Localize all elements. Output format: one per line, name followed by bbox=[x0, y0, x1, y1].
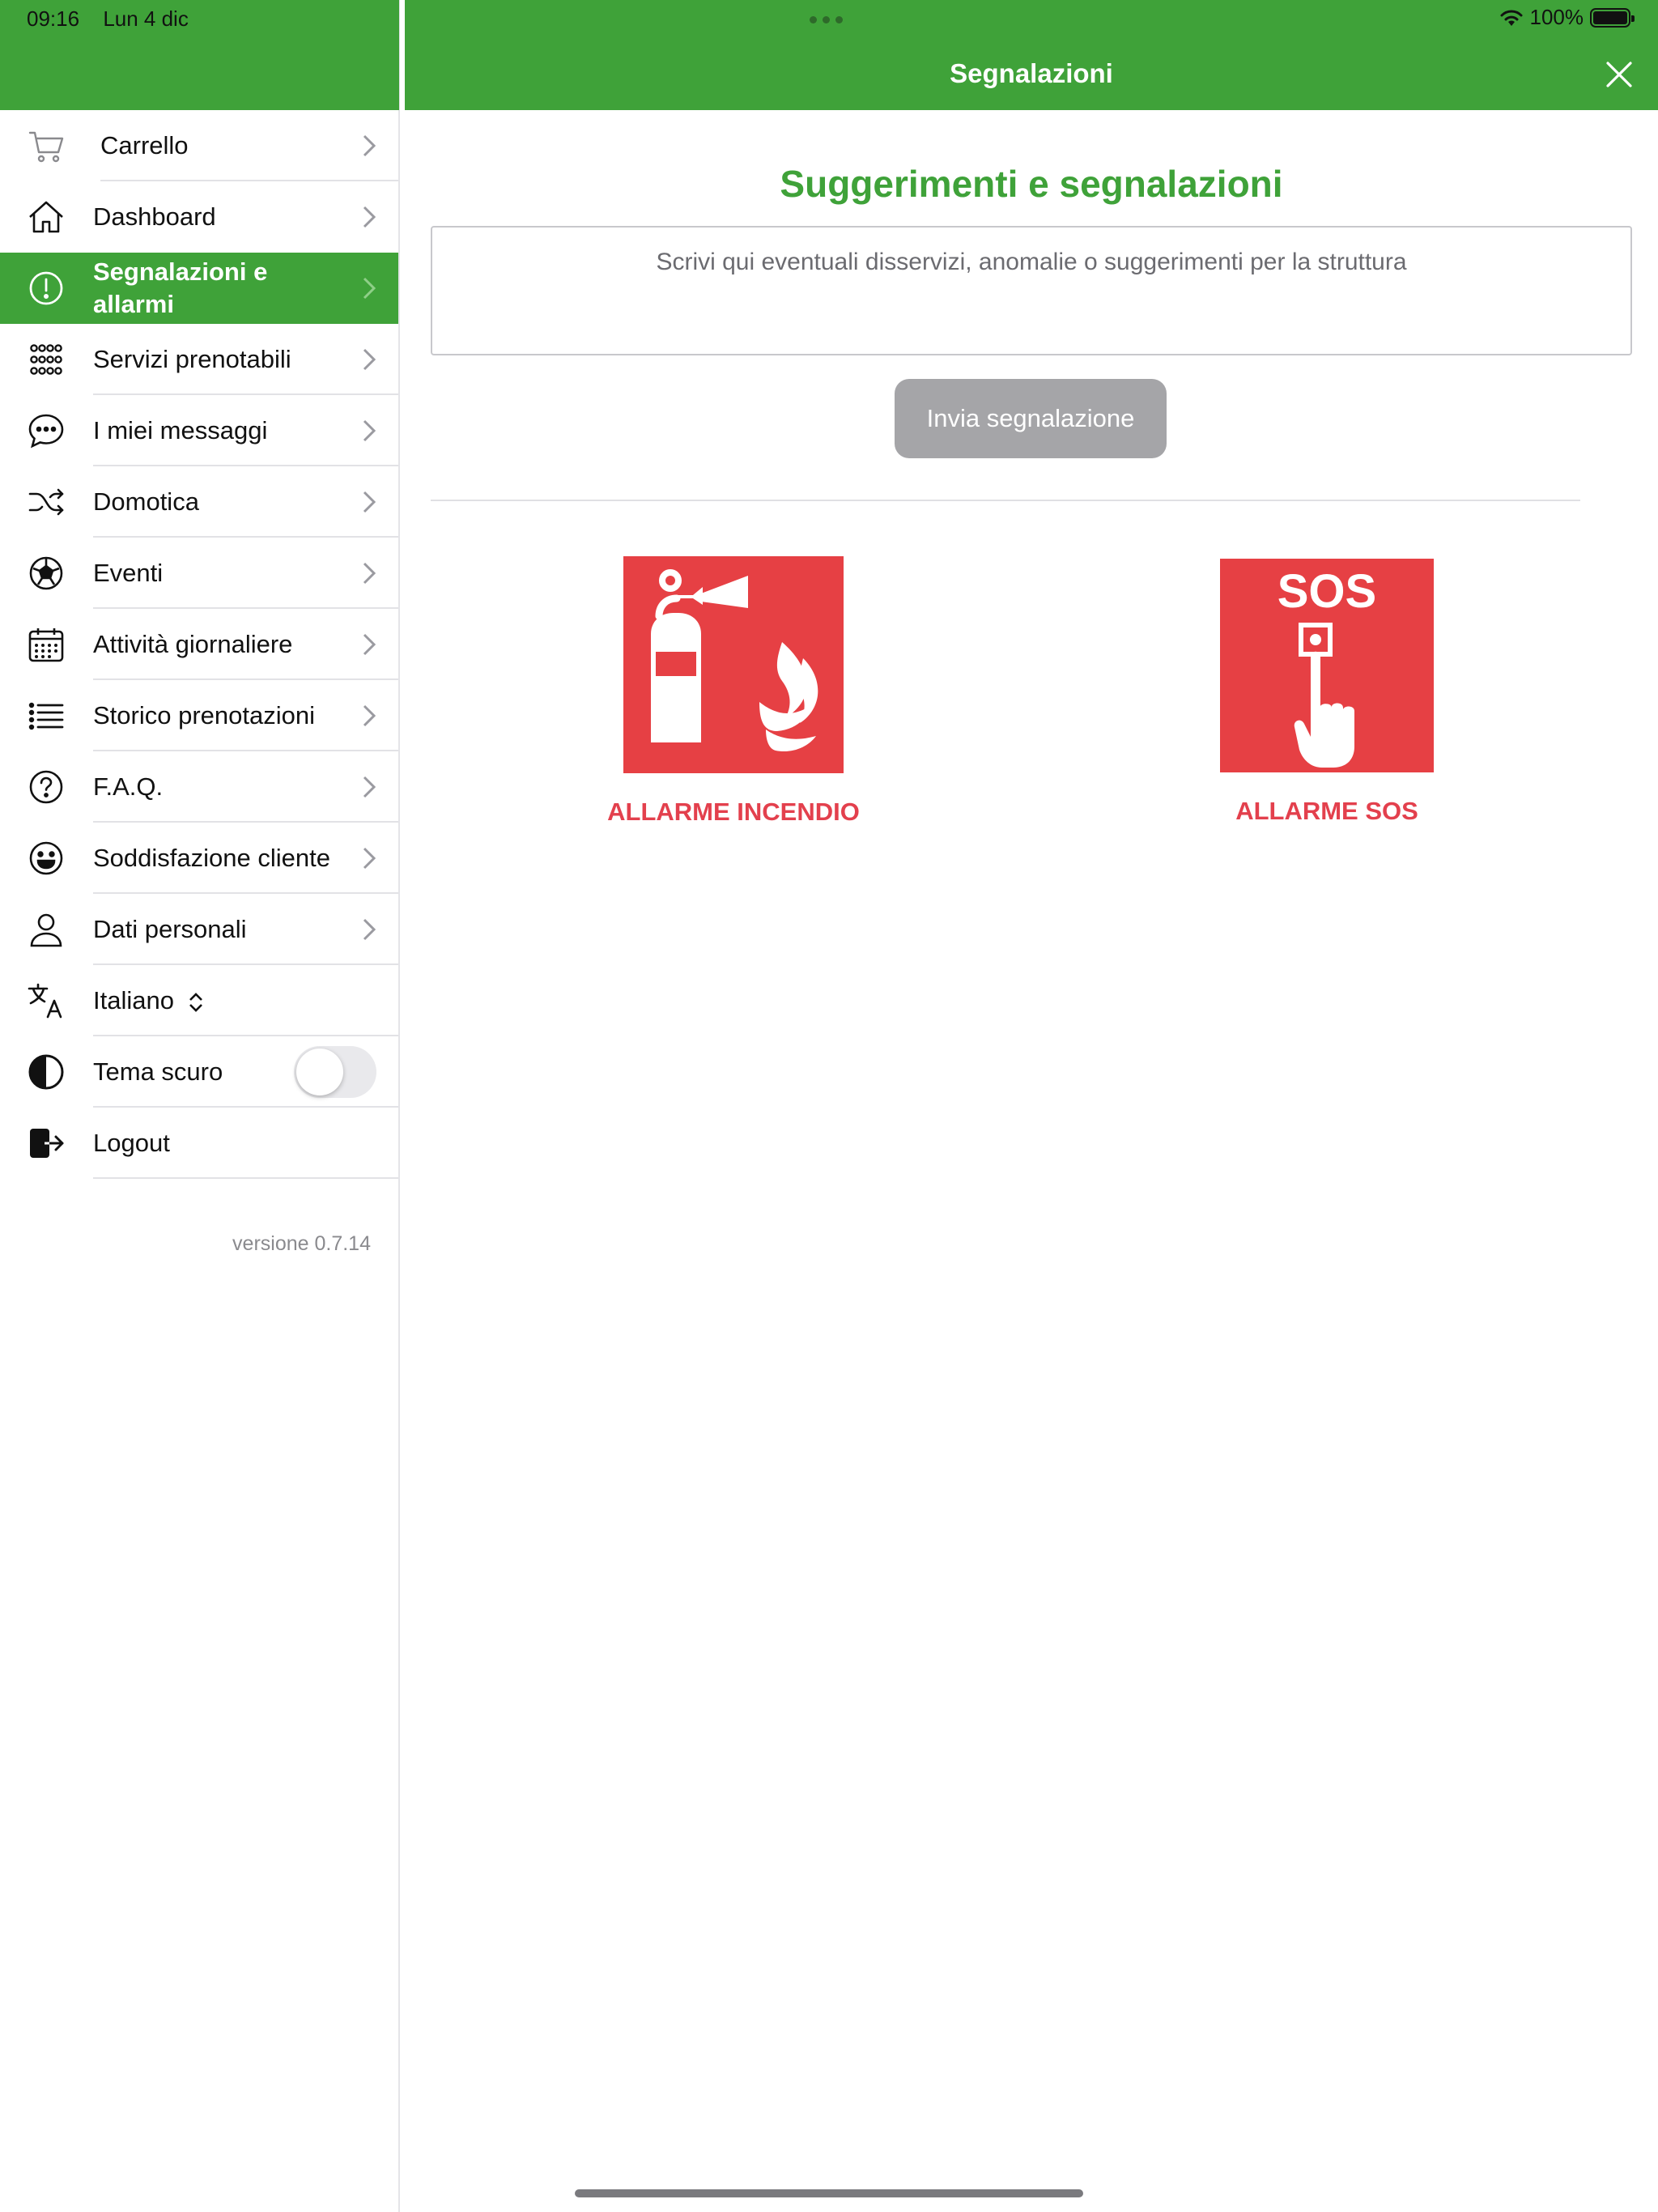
sidebar-item-segnalazioni[interactable]: Segnalazioni e allarmi bbox=[0, 253, 398, 324]
sidebar-item-label: Soddisfazione cliente bbox=[93, 844, 330, 872]
sidebar-item-label: Carrello bbox=[100, 131, 189, 160]
logout-icon bbox=[26, 1123, 66, 1163]
chevron-right-icon bbox=[363, 491, 376, 513]
fire-alarm-button[interactable]: ALLARME INCENDIO bbox=[592, 556, 875, 827]
contrast-icon bbox=[26, 1052, 66, 1092]
main-panel: Segnalazioni Suggerimenti e segnalazioni… bbox=[405, 0, 1658, 2212]
chevron-right-icon bbox=[363, 704, 376, 727]
toggle-knob bbox=[296, 1049, 343, 1095]
battery-percentage: 100% bbox=[1529, 5, 1584, 29]
sidebar-item-label: Attività giornaliere bbox=[93, 630, 293, 658]
chevron-right-icon bbox=[363, 562, 376, 585]
wifi-icon bbox=[1500, 10, 1522, 26]
sidebar-item-domotica[interactable]: Domotica bbox=[0, 466, 398, 538]
sidebar-item-label: Logout bbox=[93, 1129, 170, 1157]
chat-bubble-icon bbox=[26, 410, 66, 451]
battery-icon bbox=[1590, 7, 1635, 28]
home-icon bbox=[26, 197, 66, 237]
cart-icon bbox=[26, 125, 66, 166]
smiley-icon bbox=[26, 838, 66, 878]
chevron-right-icon bbox=[363, 206, 376, 228]
sos-alarm-label: ALLARME SOS bbox=[1235, 797, 1418, 825]
status-date: Lun 4 dic bbox=[103, 6, 189, 31]
status-bar-left: 09:16 Lun 4 dic bbox=[27, 6, 206, 32]
sidebar-item-label: Segnalazioni e allarmi bbox=[93, 257, 268, 318]
calendar-icon bbox=[26, 624, 66, 665]
sidebar-item-servizi[interactable]: Servizi prenotabili bbox=[0, 324, 398, 395]
divider bbox=[431, 500, 1580, 501]
chevron-right-icon bbox=[363, 918, 376, 941]
shuffle-icon bbox=[26, 482, 66, 522]
sidebar-item-label: Dashboard bbox=[93, 202, 216, 231]
sidebar-item-label: Servizi prenotabili bbox=[93, 345, 291, 373]
person-icon bbox=[26, 909, 66, 950]
sidebar-item-attivita[interactable]: Attività giornaliere bbox=[0, 609, 398, 680]
send-report-button[interactable]: Invia segnalazione bbox=[895, 379, 1167, 458]
sos-push-button-icon: SOS bbox=[1220, 559, 1434, 772]
sidebar: Carrello Dashboard Segnalazioni e allarm… bbox=[0, 0, 400, 2212]
sidebar-item-label: Eventi bbox=[93, 559, 164, 587]
chevron-right-icon bbox=[363, 277, 376, 300]
sidebar-item-storico[interactable]: Storico prenotazioni bbox=[0, 680, 398, 751]
list-icon bbox=[26, 696, 66, 736]
main-header: Segnalazioni bbox=[405, 0, 1658, 110]
status-time: 09:16 bbox=[27, 6, 80, 31]
report-textarea[interactable] bbox=[431, 226, 1632, 355]
translate-icon bbox=[26, 981, 66, 1021]
sidebar-item-messaggi[interactable]: I miei messaggi bbox=[0, 395, 398, 466]
sos-tile-text: SOS bbox=[1278, 565, 1377, 618]
chevron-right-icon bbox=[363, 633, 376, 656]
alert-circle-icon bbox=[26, 268, 66, 308]
chevron-right-icon bbox=[363, 419, 376, 442]
sidebar-item-eventi[interactable]: Eventi bbox=[0, 538, 398, 609]
sidebar-item-label: Dati personali bbox=[93, 915, 247, 943]
sidebar-item-label: Domotica bbox=[93, 487, 199, 516]
sidebar-item-label: I miei messaggi bbox=[93, 416, 268, 445]
sidebar-menu: Carrello Dashboard Segnalazioni e allarm… bbox=[0, 110, 398, 1179]
fire-extinguisher-icon bbox=[623, 556, 844, 773]
sidebar-item-soddisfazione[interactable]: Soddisfazione cliente bbox=[0, 823, 398, 894]
sidebar-item-logout[interactable]: Logout bbox=[0, 1108, 398, 1179]
section-title: Suggerimenti e segnalazioni bbox=[780, 163, 1283, 205]
question-circle-icon bbox=[26, 767, 66, 807]
sidebar-item-lingua[interactable]: Italiano bbox=[0, 965, 398, 1036]
sidebar-item-dashboard[interactable]: Dashboard bbox=[0, 181, 398, 253]
grid-dots-icon bbox=[26, 339, 66, 380]
fire-alarm-label: ALLARME INCENDIO bbox=[607, 798, 860, 826]
status-bar-right: 100% bbox=[1499, 5, 1635, 30]
sidebar-item-label: F.A.Q. bbox=[93, 772, 164, 801]
app-version: versione 0.7.14 bbox=[232, 1232, 371, 1255]
close-icon[interactable] bbox=[1603, 58, 1635, 91]
dark-theme-toggle[interactable] bbox=[294, 1046, 376, 1098]
sidebar-item-label: Storico prenotazioni bbox=[93, 701, 315, 730]
chevron-up-down-icon bbox=[189, 992, 202, 1012]
separator bbox=[93, 1177, 398, 1179]
sidebar-item-carrello[interactable]: Carrello bbox=[0, 110, 398, 181]
sidebar-item-tema-scuro: Tema scuro bbox=[0, 1036, 398, 1108]
home-indicator[interactable] bbox=[575, 2189, 1083, 2197]
chevron-right-icon bbox=[363, 847, 376, 870]
chevron-right-icon bbox=[363, 348, 376, 371]
page-title: Segnalazioni bbox=[950, 58, 1113, 88]
sidebar-item-label: Italiano bbox=[93, 986, 174, 1015]
soccer-ball-icon bbox=[26, 553, 66, 593]
sos-alarm-button[interactable]: SOS ALLARME SOS bbox=[1189, 559, 1465, 826]
sidebar-item-faq[interactable]: F.A.Q. bbox=[0, 751, 398, 823]
chevron-right-icon bbox=[363, 776, 376, 798]
language-selector[interactable]: Italiano bbox=[93, 985, 350, 1017]
sidebar-item-dati-personali[interactable]: Dati personali bbox=[0, 894, 398, 965]
chevron-right-icon bbox=[363, 134, 376, 157]
